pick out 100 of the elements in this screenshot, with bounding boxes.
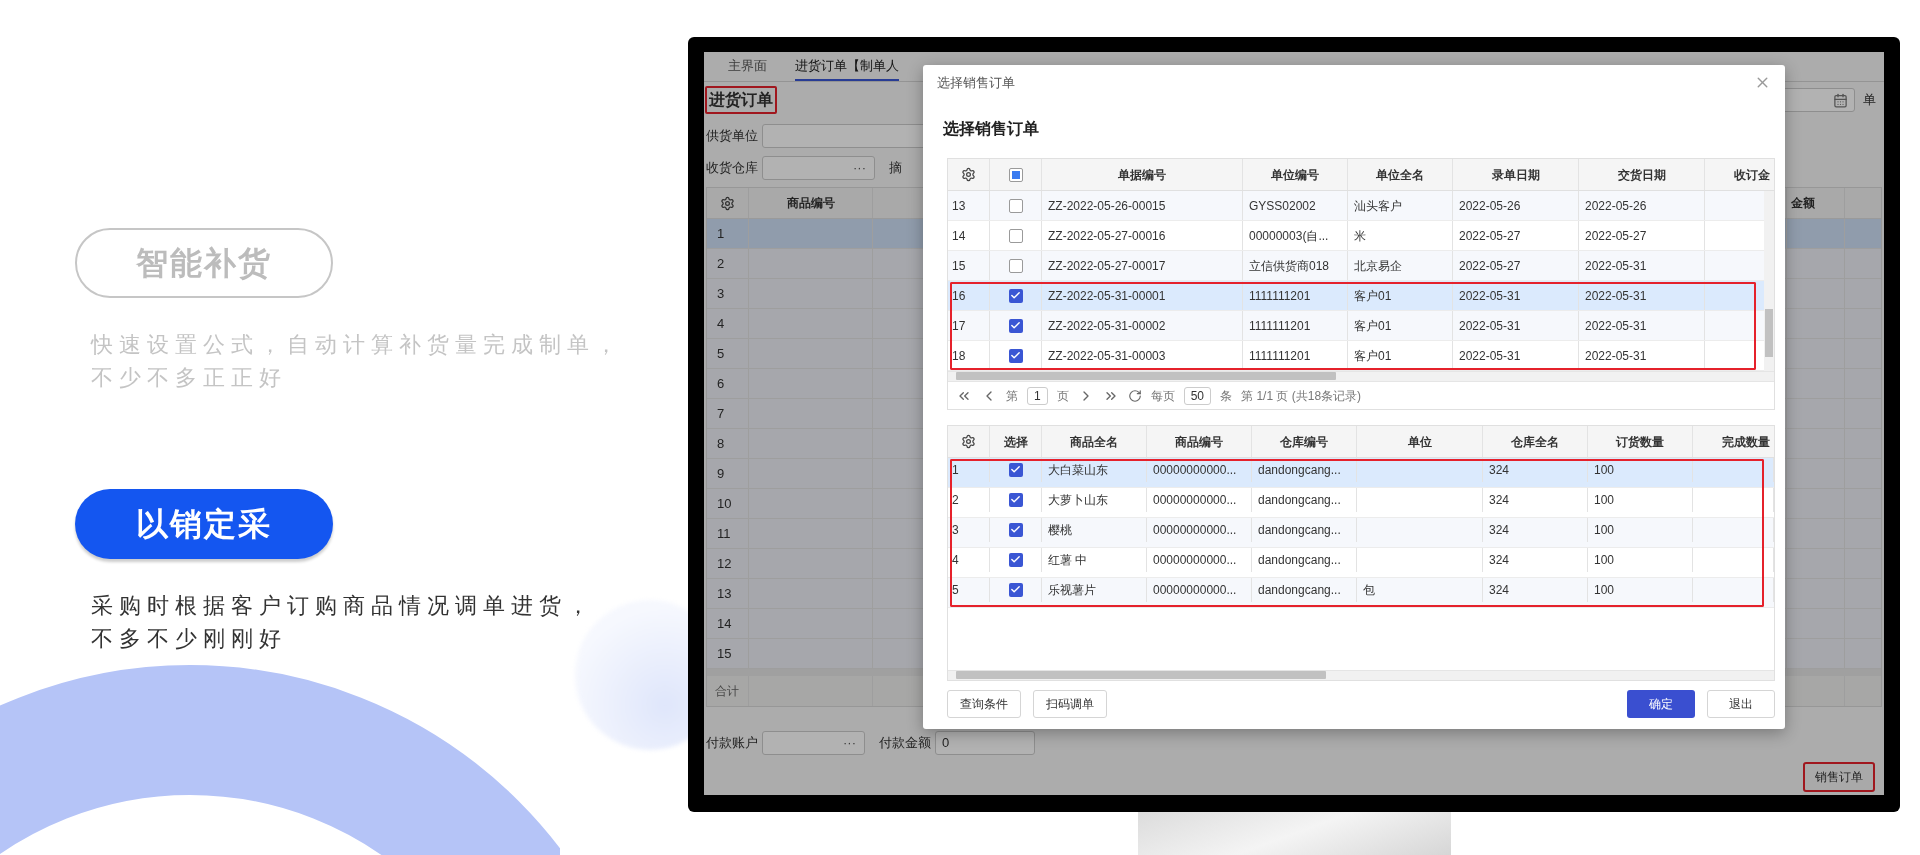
pager-summary: 第 1/1 页 (共18条记录) xyxy=(1241,387,1362,405)
calendar-icon xyxy=(1833,92,1848,108)
field-label: 摘 xyxy=(889,159,902,178)
table-cell-text: 北京易企 xyxy=(1354,257,1402,275)
settings-icon[interactable] xyxy=(961,167,976,182)
table-cell-text: 客户01 xyxy=(1354,317,1392,335)
feature-pill[interactable]: 以销定采 xyxy=(75,489,333,559)
table-row[interactable]: 15 ZZ-2022-05-27-00017 立信供货商018 北京易企 2022-05-27 2022-05-31 xyxy=(948,251,1764,281)
table-cell-text: 100 xyxy=(1594,461,1615,479)
table-cell-text: 乐视薯片 xyxy=(1048,581,1096,599)
row-number: 18 xyxy=(952,347,966,365)
confirm-button[interactable]: 确定 xyxy=(1627,690,1695,718)
table-cell-text: 2022-05-31 xyxy=(1585,347,1647,365)
table-cell-text: dandongcang... xyxy=(1258,521,1341,539)
settings-icon[interactable] xyxy=(961,434,976,449)
table-row[interactable]: 17 ZZ-2022-05-31-00002 1111111201 客户01 2022-05-31 2022-05-31 xyxy=(948,311,1764,341)
table-cell-text: 大萝卜山东 xyxy=(1048,491,1108,509)
pager-label: 第 xyxy=(1006,387,1018,405)
table-cell-text: ZZ-2022-05-31-00002 xyxy=(1048,317,1166,335)
checkbox[interactable] xyxy=(1008,198,1023,213)
row-number: 16 xyxy=(952,287,966,305)
table-cell-text: 324 xyxy=(1489,551,1510,569)
column-header[interactable]: 订货数量 xyxy=(1588,426,1693,457)
column-header[interactable]: 仓库全名 xyxy=(1483,426,1588,457)
payment-amount-field[interactable]: 0 xyxy=(935,731,1035,755)
dialog-button[interactable]: 扫码调单 xyxy=(1033,690,1107,718)
table-cell-text: 大白菜山东 xyxy=(1048,461,1108,479)
refresh-icon[interactable] xyxy=(1127,388,1142,403)
table-row[interactable]: 14 ZZ-2022-05-27-00016 00000003(自... 米 2022-05-27 2022-05-27 xyxy=(948,221,1764,251)
table-cell-text: 00000000000... xyxy=(1153,521,1237,539)
dialog-heading: 选择销售订单 xyxy=(943,119,1039,139)
vertical-scrollbar[interactable] xyxy=(1764,191,1774,371)
dialog-title: 选择销售订单 xyxy=(937,73,1015,92)
column-header[interactable]: 商品编号 xyxy=(749,188,873,218)
column-header[interactable]: 录单日期 xyxy=(1453,159,1579,190)
feature-description: 快速设置公式，自动计算补货量完成制单， 不少不多正正好 xyxy=(91,331,624,392)
row-number: 14 xyxy=(952,227,966,245)
column-header[interactable]: 收订金 xyxy=(1705,159,1774,190)
table-row[interactable]: 5 乐视薯片 00000000000... dandongcang... 包 324 100 xyxy=(948,578,1774,608)
tab[interactable]: 主界面 xyxy=(728,55,767,81)
checkbox[interactable] xyxy=(1008,552,1023,567)
column-header[interactable]: 单位编号 xyxy=(1243,159,1348,190)
checkbox[interactable] xyxy=(1008,288,1023,303)
horizontal-scrollbar[interactable] xyxy=(948,371,1774,381)
table-cell-text: 1111111201 xyxy=(1249,287,1311,305)
row-number: 9 xyxy=(717,464,725,483)
table-row[interactable]: 3 樱桃 00000000000... dandongcang... 324 100 xyxy=(948,518,1774,548)
table-cell-text: dandongcang... xyxy=(1258,581,1341,599)
row-number: 4 xyxy=(952,551,959,569)
table-cell-text: 324 xyxy=(1489,491,1510,509)
settings-icon[interactable] xyxy=(720,195,735,211)
warehouse-field[interactable]: ··· xyxy=(762,156,875,180)
select-all-checkbox[interactable] xyxy=(1008,167,1023,182)
table-cell-text: 立信供货商018 xyxy=(1249,257,1330,275)
sales-order-button[interactable]: 销售订单 xyxy=(1803,762,1875,792)
dialog-button[interactable]: 查询条件 xyxy=(947,690,1021,718)
checkbox[interactable] xyxy=(1008,318,1023,333)
tab[interactable]: 进货订单【制单人 xyxy=(795,55,899,81)
page-input[interactable]: 1 xyxy=(1027,386,1048,405)
table-cell-text: GYSS02002 xyxy=(1249,197,1316,215)
column-header[interactable]: 仓库编号 xyxy=(1252,426,1357,457)
checkbox[interactable] xyxy=(1008,228,1023,243)
column-header[interactable]: 商品编号 xyxy=(1147,426,1252,457)
table-cell-text: dandongcang... xyxy=(1258,461,1341,479)
table-cell-text: dandongcang... xyxy=(1258,551,1341,569)
column-header[interactable]: 商品全名 xyxy=(1042,426,1147,457)
column-header[interactable]: 金额 xyxy=(1787,188,1845,218)
table-cell-text: 红薯 中 xyxy=(1048,551,1088,569)
checkbox[interactable] xyxy=(1008,522,1023,537)
table-row[interactable]: 1 大白菜山东 00000000000... dandongcang... 324 100 xyxy=(948,458,1774,488)
table-cell-text: 00000000000... xyxy=(1153,491,1237,509)
column-header[interactable]: 选择 xyxy=(990,426,1042,457)
column-header[interactable]: 单位 xyxy=(1357,426,1483,457)
payment-account-field[interactable]: ··· xyxy=(762,731,865,755)
column-header[interactable]: 交货日期 xyxy=(1579,159,1705,190)
page-size-input[interactable]: 50 xyxy=(1183,386,1212,405)
checkbox[interactable] xyxy=(1008,582,1023,597)
pager-label: 每页 xyxy=(1150,387,1175,405)
checkbox[interactable] xyxy=(1008,462,1023,477)
table-cell-text: 2022-05-26 xyxy=(1459,197,1521,215)
table-cell-text: ZZ-2022-05-31-00003 xyxy=(1048,347,1166,365)
checkbox[interactable] xyxy=(1008,258,1023,273)
table-cell-text: 包 xyxy=(1363,581,1375,599)
table-cell-text: 00000003(自... xyxy=(1249,227,1329,245)
table-row[interactable]: 13 ZZ-2022-05-26-00015 GYSS02002 汕头客户 2022-05-26 2022-05-26 xyxy=(948,191,1764,221)
column-header[interactable]: 单据编号 xyxy=(1042,159,1243,190)
checkbox[interactable] xyxy=(1008,348,1023,363)
table-row[interactable]: 16 ZZ-2022-05-31-00001 1111111201 客户01 2022-05-31 2022-05-31 xyxy=(948,281,1764,311)
column-header[interactable]: 完成数量 xyxy=(1693,426,1774,457)
row-number: 3 xyxy=(952,521,959,539)
row-number: 13 xyxy=(952,197,966,215)
horizontal-scrollbar[interactable] xyxy=(948,670,1774,680)
field-label: 付款金额 xyxy=(879,734,931,753)
feature-description: 采购时根据客户订购商品情况调单进货， 不多不少刚刚好 xyxy=(91,592,596,653)
row-number: 4 xyxy=(717,314,725,333)
table-cell-text: ZZ-2022-05-31-00001 xyxy=(1048,287,1166,305)
exit-button[interactable]: 退出 xyxy=(1707,690,1775,718)
checkbox[interactable] xyxy=(1008,492,1023,507)
column-header[interactable]: 单位全名 xyxy=(1348,159,1453,190)
table-cell-text: 1111111201 xyxy=(1249,317,1311,335)
